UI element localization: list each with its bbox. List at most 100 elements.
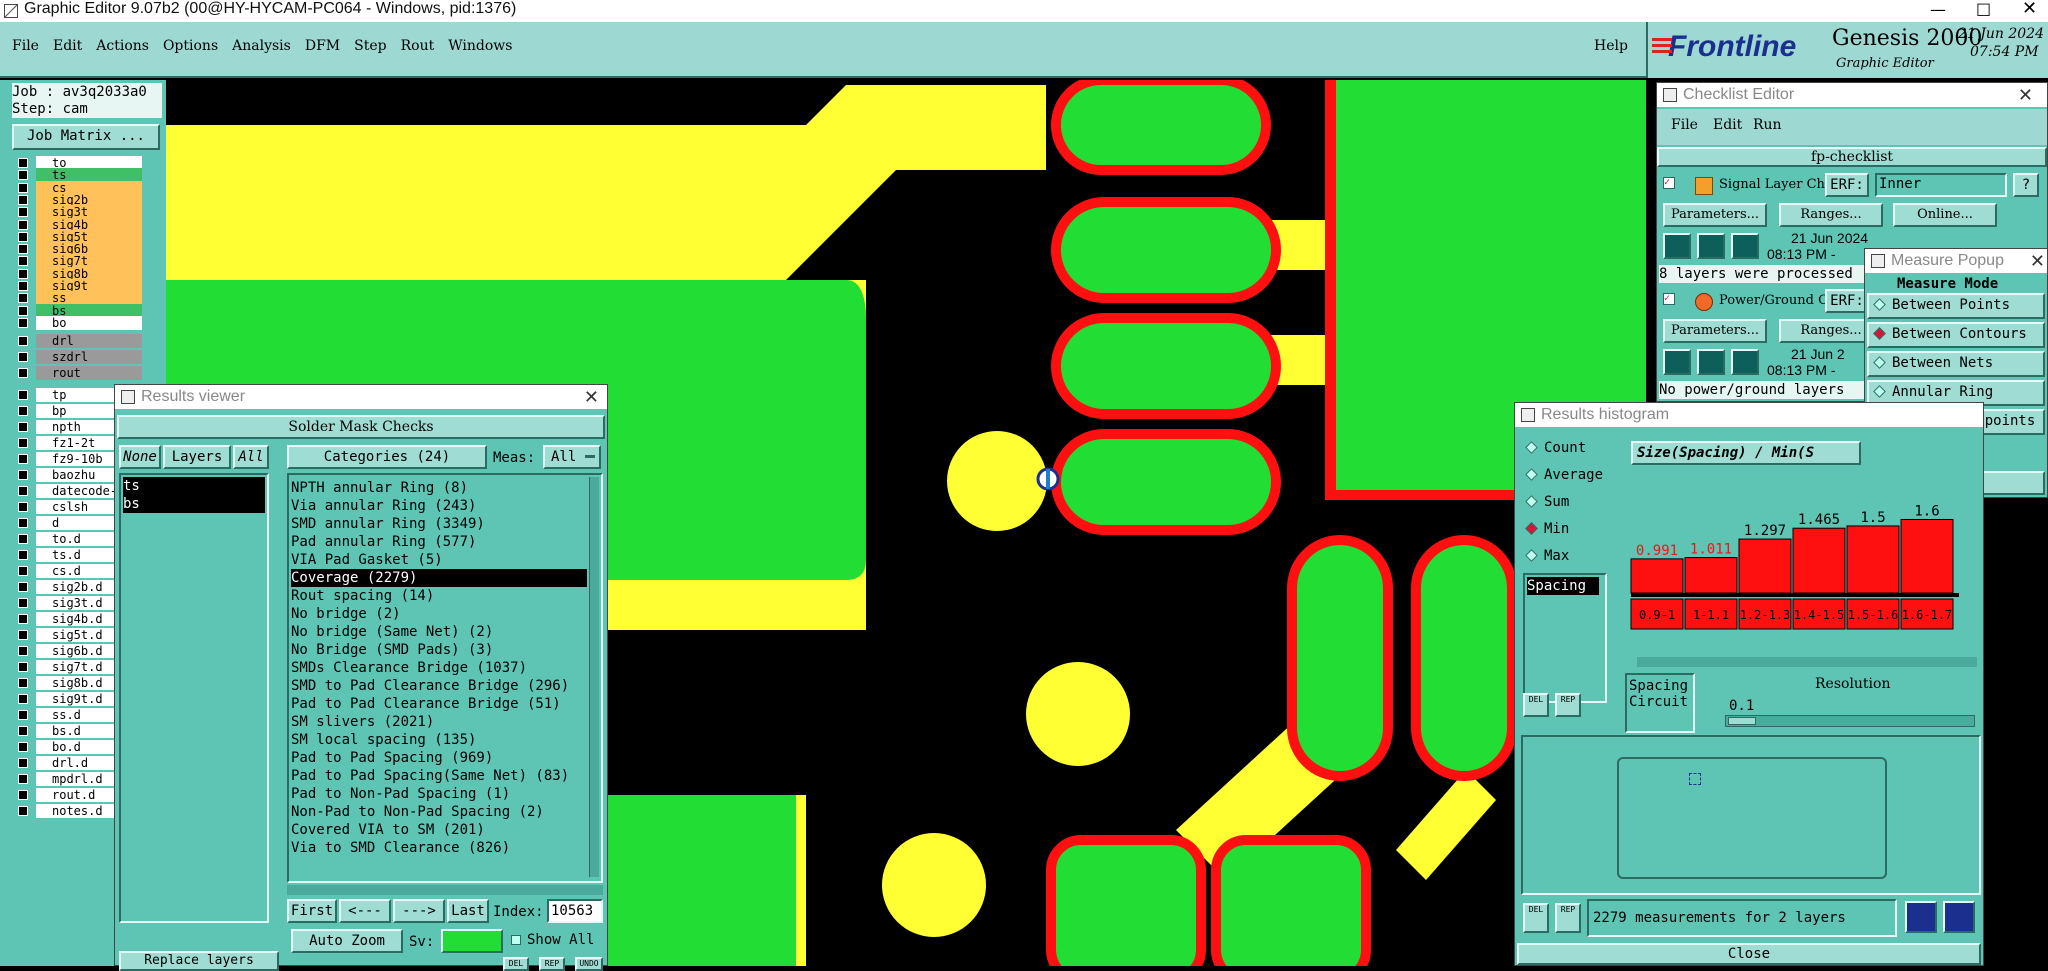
histogram-bar[interactable]: [1792, 527, 1846, 594]
layer-checkbox[interactable]: [18, 182, 28, 193]
layer-checkbox[interactable]: [18, 806, 28, 817]
layer-checkbox[interactable]: [18, 630, 28, 641]
menu-dfm[interactable]: DFM: [305, 38, 340, 54]
prev-button[interactable]: <---: [339, 899, 391, 923]
help-button[interactable]: ?: [2013, 173, 2039, 197]
type-circuit[interactable]: Circuit: [1629, 693, 1688, 711]
category-item[interactable]: VIA Pad Gasket (5): [291, 551, 587, 569]
histogram-tool-icon[interactable]: [1943, 901, 1975, 933]
checklist-menu-run[interactable]: Run: [1753, 117, 1782, 133]
summary-del-button[interactable]: DEL: [1523, 903, 1549, 933]
hist-rep-button[interactable]: REP: [1555, 693, 1581, 717]
hist-del-button[interactable]: DEL: [1523, 693, 1549, 717]
layer-checkbox[interactable]: [18, 534, 28, 545]
category-item[interactable]: Via annular Ring (243): [291, 497, 587, 515]
histogram-bar[interactable]: [1630, 558, 1684, 594]
category-item[interactable]: Pad to Pad Clearance Bridge (51): [291, 695, 587, 713]
measure-option[interactable]: Between Nets: [1867, 351, 2045, 377]
item-checkbox[interactable]: ✓: [1663, 293, 1675, 305]
layer-checkbox[interactable]: [18, 231, 28, 242]
layer-checkbox[interactable]: [18, 486, 28, 497]
histogram-bar[interactable]: [1846, 525, 1900, 594]
layer-checkbox[interactable]: [18, 662, 28, 673]
run-icon[interactable]: [1663, 349, 1691, 375]
layer-checkbox[interactable]: [18, 598, 28, 609]
checklist-menu-edit[interactable]: Edit: [1713, 117, 1742, 133]
run-icon[interactable]: [1697, 233, 1725, 259]
category-item[interactable]: Pad to Pad Spacing(Same Net) (83): [291, 767, 587, 785]
menu-help[interactable]: Help: [1594, 38, 1628, 54]
layer-checkbox[interactable]: [18, 194, 28, 205]
category-item[interactable]: Coverage (2279): [291, 569, 587, 587]
layer-entry-bs[interactable]: bs: [123, 495, 265, 513]
layer-checkbox[interactable]: [18, 470, 28, 481]
layer-checkbox[interactable]: [18, 742, 28, 753]
menu-rout[interactable]: Rout: [401, 38, 435, 54]
categories-scrollbar[interactable]: [589, 477, 599, 877]
category-item[interactable]: No bridge (2): [291, 605, 587, 623]
category-item[interactable]: Pad annular Ring (577): [291, 533, 587, 551]
category-item[interactable]: SM slivers (2021): [291, 713, 587, 731]
category-item[interactable]: SMD to Pad Clearance Bridge (296): [291, 677, 587, 695]
erf-field[interactable]: Inner: [1875, 173, 2007, 197]
layer-checkbox[interactable]: [18, 614, 28, 625]
meas-dropdown[interactable]: All: [543, 445, 601, 469]
layer-checkbox[interactable]: [18, 317, 28, 328]
index-field[interactable]: 10563: [547, 899, 603, 923]
layer-checkbox[interactable]: [18, 502, 28, 513]
sv-color-dropdown[interactable]: [441, 929, 503, 953]
layer-checkbox[interactable]: [18, 710, 28, 721]
all-layers-button[interactable]: All: [233, 445, 269, 469]
category-item[interactable]: Pad to Pad Spacing (969): [291, 749, 587, 767]
layer-checkbox[interactable]: [18, 438, 28, 449]
run-icon[interactable]: [1663, 233, 1691, 259]
replace-layers-button[interactable]: Replace layers: [119, 951, 279, 971]
resolution-slider[interactable]: [1725, 715, 1975, 727]
slider-thumb[interactable]: [1728, 717, 1756, 725]
layer-checkbox[interactable]: [18, 646, 28, 657]
layer-checkbox[interactable]: [18, 368, 28, 379]
layer-checkbox[interactable]: [18, 678, 28, 689]
category-item[interactable]: Via to SMD Clearance (826): [291, 839, 587, 857]
parameters-button[interactable]: Parameters...: [1663, 203, 1767, 227]
histogram-close-button[interactable]: Close: [1517, 943, 1981, 965]
histogram-bar[interactable]: [1738, 538, 1792, 594]
layer-checkbox[interactable]: [18, 336, 28, 347]
category-item[interactable]: Rout spacing (14): [291, 587, 587, 605]
menu-edit[interactable]: Edit: [53, 38, 82, 54]
show-all-checkbox[interactable]: [511, 935, 521, 945]
categories-hscroll[interactable]: [287, 885, 603, 895]
layer-checkbox[interactable]: [18, 268, 28, 279]
layer-checkbox[interactable]: [18, 390, 28, 401]
layer-checkbox[interactable]: [18, 758, 28, 769]
layer-checkbox[interactable]: [18, 219, 28, 230]
first-button[interactable]: First: [287, 899, 337, 923]
layer-checkbox[interactable]: [18, 566, 28, 577]
layer-checkbox[interactable]: [18, 550, 28, 561]
histogram-option[interactable]: Max: [1525, 547, 1569, 565]
histogram-bar[interactable]: [1684, 557, 1738, 594]
categories-listbox[interactable]: NPTH annular Ring (8) Via annular Ring (2…: [287, 473, 603, 883]
measure-option[interactable]: Between Points: [1867, 293, 2045, 319]
layer-checkbox[interactable]: [18, 454, 28, 465]
category-item[interactable]: Non-Pad to Non-Pad Spacing (2): [291, 803, 587, 821]
close-icon[interactable]: ✕: [2030, 249, 2045, 273]
layer-checkbox[interactable]: [18, 244, 28, 255]
close-icon[interactable]: ✕: [2018, 83, 2033, 107]
auto-zoom-dropdown[interactable]: Auto Zoom: [291, 929, 403, 953]
layer-checkbox[interactable]: [18, 352, 28, 363]
online-button[interactable]: Online...: [1893, 203, 1997, 227]
category-item[interactable]: SMD annular Ring (3349): [291, 515, 587, 533]
parameters-button[interactable]: Parameters...: [1663, 319, 1767, 343]
histogram-option[interactable]: Average: [1525, 466, 1603, 484]
histogram-option[interactable]: Count: [1525, 439, 1586, 457]
layer-checkbox[interactable]: [18, 518, 28, 529]
layer-checkbox[interactable]: [18, 281, 28, 291]
minimize-icon[interactable]: —: [1930, 0, 1946, 19]
category-item[interactable]: SMDs Clearance Bridge (1037): [291, 659, 587, 677]
category-item[interactable]: No bridge (Same Net) (2): [291, 623, 587, 641]
run-icon[interactable]: [1731, 233, 1759, 259]
layer-checkbox[interactable]: [18, 170, 28, 181]
item-name[interactable]: Power/Ground C: [1719, 293, 1828, 308]
layers-listbox[interactable]: ts bs: [119, 473, 269, 923]
